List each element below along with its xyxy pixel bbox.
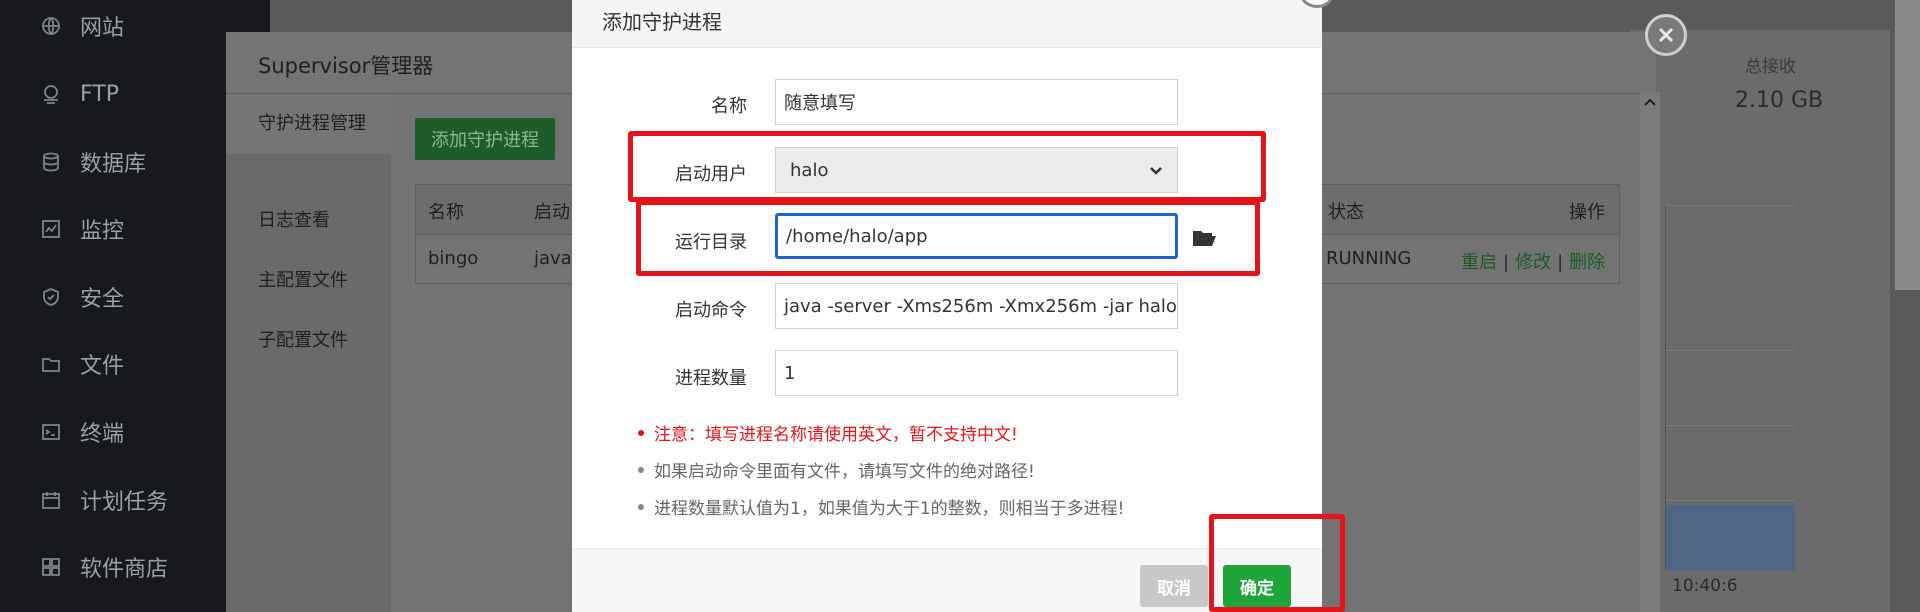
panel-tabs: 守护进程管理 日志查看 主配置文件 子配置文件 [226,94,391,612]
col-ops-header: 操作 [1569,202,1605,223]
tab-main-config[interactable]: 主配置文件 [258,266,348,292]
op-separator: | [1557,252,1564,273]
nav-label: 数据库 [80,152,147,177]
monitor-icon [40,218,62,240]
row-actions: 重启 | 修改 | 删除 [1461,248,1605,274]
cancel-button[interactable]: 取消 [1140,565,1208,607]
status-badge: RUNNING [1326,248,1412,269]
close-panel-button[interactable] [1645,14,1687,56]
count-label: 进程数量 [675,368,747,389]
name-input[interactable]: 随意填写 [775,79,1178,125]
delete-link[interactable]: 删除 [1569,252,1605,273]
nav-item-security[interactable]: 安全 [40,277,124,317]
graph-time-label: 10:40:6 [1672,576,1738,596]
folder-icon [40,353,62,375]
nav-item-monitor[interactable]: 监控 [40,209,124,249]
nav-item-website[interactable]: 网站 [40,6,124,46]
highlight-dir-box [636,200,1260,276]
nav-item-store[interactable]: 软件商店 [40,547,168,587]
cell-name: bingo [428,248,479,269]
col-name-header: 名称 [428,202,464,223]
nav-label: 计划任务 [80,490,169,515]
panel-scrollbar[interactable] [1640,92,1660,612]
count-input[interactable]: 1 [775,350,1178,396]
highlight-confirm-box [1209,514,1345,612]
tab-process-manage[interactable]: 守护进程管理 [226,94,391,154]
nav-label: 监控 [80,219,125,244]
cmd-input[interactable]: java -server -Xms256m -Xmx256m -jar halo… [775,283,1178,329]
note-item: 如果启动命令里面有文件，请填写文件的绝对路径! [638,457,1124,494]
ftp-icon [40,83,62,105]
add-daemon-button[interactable]: 添加守护进程 [415,118,555,160]
page-scrollbar[interactable] [1895,0,1920,290]
database-icon [40,151,62,173]
close-icon [1658,27,1674,43]
dialog-header: 添加守护进程 [572,0,1322,48]
dialog-notes: 注意：填写进程名称请使用英文，暂不支持中文! 如果启动命令里面有文件，请填写文件… [638,420,1124,531]
nav-label: 安全 [80,287,125,312]
nav-label: 网站 [80,16,125,41]
nav-label: 软件商店 [80,557,169,582]
traffic-graph [1665,205,1795,570]
dialog-title: 添加守护进程 [602,10,722,34]
panel-title: Supervisor管理器 [258,54,434,78]
col-status-header: 状态 [1328,202,1364,223]
cmd-label: 启动命令 [675,300,747,321]
cell-user: java [534,248,572,269]
globe-icon [40,15,62,37]
terminal-icon [40,421,62,443]
nav-item-cron[interactable]: 计划任务 [40,480,168,520]
stat-value: 2.10 GB [1735,88,1824,113]
nav-label: 文件 [80,354,125,379]
restart-link[interactable]: 重启 [1461,252,1497,273]
op-separator: | [1503,252,1510,273]
tab-log-view[interactable]: 日志查看 [258,206,330,232]
grid-icon [40,556,62,578]
nav-label: FTP [80,81,119,107]
note-item: 进程数量默认值为1，如果值为大于1的整数，则相当于多进程! [638,494,1124,531]
edit-link[interactable]: 修改 [1515,252,1551,273]
nav-label: 终端 [80,422,125,447]
nav-item-files[interactable]: 文件 [40,344,124,384]
nav-item-terminal[interactable]: 终端 [40,412,124,452]
shield-icon [40,286,62,308]
tab-sub-config[interactable]: 子配置文件 [258,326,348,352]
name-label: 名称 [711,96,747,117]
nav-item-ftp[interactable]: FTP [40,74,119,114]
note-warning: 注意：填写进程名称请使用英文，暂不支持中文! [638,420,1124,457]
col-user-header: 启动 [534,202,570,223]
calendar-icon [40,489,62,511]
highlight-user-box [628,131,1266,202]
stat-label: 总接收 [1745,57,1796,77]
chevron-up-icon[interactable] [1640,92,1660,112]
nav-item-database[interactable]: 数据库 [40,142,146,182]
